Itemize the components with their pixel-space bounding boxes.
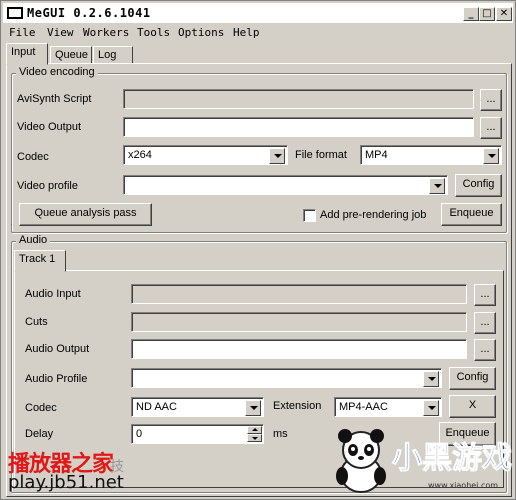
avisynth-browse-button[interactable]: ... <box>480 89 502 111</box>
prerender-checkbox[interactable] <box>303 209 316 222</box>
file-format-dropdown-icon[interactable] <box>483 148 499 164</box>
menu-workers[interactable]: Workers <box>83 26 129 39</box>
audio-profile-select[interactable] <box>131 368 442 388</box>
remove-track-button[interactable]: X <box>449 395 496 418</box>
panda-mascot-icon <box>336 429 386 493</box>
extension-label: Extension <box>273 400 322 412</box>
video-enqueue-button[interactable]: Enqueue <box>441 203 502 226</box>
file-format-value: MP4 <box>365 149 388 161</box>
video-encoding-title: Video encoding <box>16 66 98 78</box>
minimize-button[interactable]: _ <box>463 7 479 21</box>
extension-value: MP4-AAC <box>339 401 388 413</box>
audio-config-button[interactable]: Config <box>449 367 496 390</box>
delay-increase-icon[interactable] <box>247 426 262 434</box>
menu-options[interactable]: Options <box>178 26 224 39</box>
menu-view[interactable]: View <box>47 26 74 39</box>
video-codec-dropdown-icon[interactable] <box>269 148 285 164</box>
menu-file[interactable]: File <box>9 26 36 39</box>
video-profile-dropdown-icon[interactable] <box>429 178 445 194</box>
video-profile-select[interactable] <box>123 175 448 195</box>
delay-value: 0 <box>136 428 143 440</box>
extension-select[interactable]: MP4-AAC <box>334 397 442 417</box>
delay-stepper[interactable]: 0 <box>131 424 264 444</box>
audio-codec-select[interactable]: ND AAC <box>131 397 264 417</box>
audio-input-label: Audio Input <box>25 288 81 300</box>
audio-codec-value: ND AAC <box>136 401 177 413</box>
audio-profile-dropdown-icon[interactable] <box>423 371 439 387</box>
megui-window: MeGUI 0.2.6.1041 _ □ ✕ File View Workers… <box>0 0 516 500</box>
cuts-field[interactable] <box>131 312 467 332</box>
delay-unit-label: ms <box>273 428 288 440</box>
delay-decrease-icon[interactable] <box>247 434 262 442</box>
brand-watermark-logo: 小黑游戏 www.xiaohei.com <box>392 441 513 491</box>
video-output-label: Video Output <box>17 121 82 133</box>
video-config-button[interactable]: Config <box>455 174 502 197</box>
audio-input-browse-button[interactable]: ... <box>474 284 496 306</box>
tab-input[interactable]: Input <box>6 43 48 65</box>
cuts-browse-button[interactable]: ... <box>474 312 496 334</box>
audio-profile-label: Audio Profile <box>25 373 88 385</box>
delay-label: Delay <box>25 428 54 440</box>
menu-help[interactable]: Help <box>233 26 260 39</box>
window-title: MeGUI 0.2.6.1041 <box>27 6 151 20</box>
avisynth-script-label: AviSynth Script <box>17 93 92 105</box>
video-codec-select[interactable]: x264 <box>123 145 288 165</box>
brand-watermark-text: 小黑游戏 <box>392 441 512 476</box>
audio-group-title: Audio <box>16 234 51 246</box>
app-icon <box>7 7 23 19</box>
audio-input-field[interactable] <box>131 284 467 304</box>
prerender-label: Add pre-rendering job <box>320 209 427 221</box>
file-format-select[interactable]: MP4 <box>360 145 502 165</box>
audio-output-label: Audio Output <box>25 343 90 355</box>
video-codec-value: x264 <box>128 149 152 161</box>
audio-codec-label: Codec <box>25 402 57 414</box>
brand-watermark-url: www.xiaohei.com <box>428 481 498 490</box>
video-output-browse-button[interactable]: ... <box>480 117 502 139</box>
video-codec-label: Codec <box>17 151 49 163</box>
queue-analysis-pass-button[interactable]: Queue analysis pass <box>19 203 152 226</box>
video-profile-label: Video profile <box>17 180 78 192</box>
audio-codec-dropdown-icon[interactable] <box>245 400 261 416</box>
file-format-label: File format <box>295 149 347 161</box>
audio-output-browse-button[interactable]: ... <box>474 339 496 361</box>
maximize-button[interactable]: □ <box>479 7 495 21</box>
avisynth-script-field[interactable] <box>123 89 474 109</box>
title-bar[interactable]: MeGUI 0.2.6.1041 _ □ ✕ <box>3 3 513 23</box>
extension-dropdown-icon[interactable] <box>423 400 439 416</box>
cuts-label: Cuts <box>25 316 48 328</box>
site-watermark-url: play.jb51.net <box>8 472 124 493</box>
video-output-field[interactable] <box>123 117 474 137</box>
audio-output-field[interactable] <box>131 339 467 359</box>
menu-tools[interactable]: Tools <box>137 26 170 39</box>
close-button[interactable]: ✕ <box>496 7 512 21</box>
tab-track-1[interactable]: Track 1 <box>14 250 66 272</box>
menu-bar: File View Workers Tools Options Help <box>3 24 513 42</box>
